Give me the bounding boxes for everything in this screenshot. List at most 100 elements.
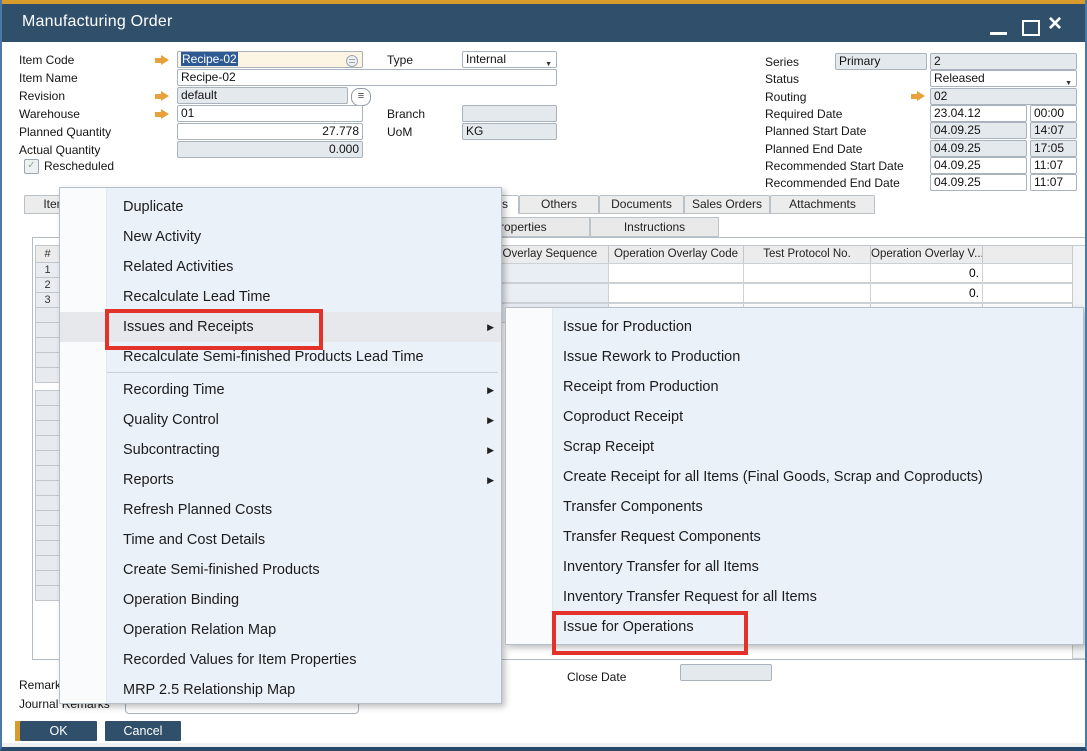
required-time-field[interactable]: 00:00: [1030, 105, 1077, 122]
ok-button[interactable]: OK: [20, 721, 97, 741]
col-test-protocol-no[interactable]: Test Protocol No.: [743, 245, 871, 264]
planned-quantity-field[interactable]: 27.778: [177, 123, 363, 140]
empty-row-stub: [35, 367, 60, 383]
menu-item-new-activity[interactable]: New Activity: [60, 222, 501, 252]
close-date-field[interactable]: [680, 664, 772, 681]
submenu-arrow-icon: ▶: [487, 375, 494, 405]
maximize-icon[interactable]: [1022, 20, 1040, 36]
cancel-button[interactable]: Cancel: [105, 721, 181, 741]
titlebar[interactable]: Manufacturing Order ×: [2, 4, 1085, 42]
submenu-item-issue-for-production[interactable]: Issue for Production: [506, 312, 1083, 342]
menu-item-related-activities[interactable]: Related Activities: [60, 252, 501, 282]
recommended-end-time-field[interactable]: 11:07: [1030, 174, 1077, 191]
submenu-arrow-icon: ▶: [487, 405, 494, 435]
required-date-field[interactable]: 23.04.12: [930, 105, 1027, 122]
tab-documents[interactable]: Documents: [599, 195, 684, 214]
close-icon[interactable]: ×: [1048, 10, 1062, 38]
grid-row1-test-cell[interactable]: [743, 263, 871, 283]
submenu-arrow-icon: ▶: [487, 465, 494, 495]
menu-item-quality-control[interactable]: Quality Control ▶: [60, 405, 501, 435]
empty-row-stub: [35, 390, 60, 406]
item-name-label: Item Name: [19, 71, 78, 85]
empty-row-stub: [35, 495, 60, 511]
grid-row2-overlay-cell[interactable]: 0.: [870, 283, 983, 303]
uom-field[interactable]: KG: [462, 123, 557, 140]
series-field[interactable]: Primary: [835, 53, 927, 70]
revision-field[interactable]: default: [177, 87, 348, 104]
tab-sales-orders[interactable]: Sales Orders: [684, 195, 770, 214]
menu-item-recalculate-lead-time[interactable]: Recalculate Lead Time: [60, 282, 501, 312]
warehouse-field[interactable]: 01: [177, 105, 363, 122]
menu-item-operation-relation-map[interactable]: Operation Relation Map: [60, 615, 501, 645]
empty-row-stub: [35, 480, 60, 496]
series-number-field[interactable]: 2: [930, 53, 1077, 70]
submenu-item-inventory-transfer-for-all-items[interactable]: Inventory Transfer for all Items: [506, 552, 1083, 582]
type-dropdown-arrow-icon[interactable]: ▼: [545, 57, 552, 68]
planned-end-time-field[interactable]: 17:05: [1030, 140, 1077, 157]
menu-item-create-semi-finished-products[interactable]: Create Semi-finished Products: [60, 555, 501, 585]
submenu-item-receipt-from-production[interactable]: Receipt from Production: [506, 372, 1083, 402]
minimize-icon[interactable]: [990, 32, 1007, 35]
red-highlight-issue-for-operations: [552, 611, 748, 655]
row-number-1[interactable]: 1: [35, 262, 60, 278]
type-dropdown[interactable]: Internal ▼: [462, 51, 557, 68]
required-date-label: Required Date: [765, 107, 842, 121]
menu-item-recorded-values-for-item-properties[interactable]: Recorded Values for Item Properties: [60, 645, 501, 675]
rescheduled-label: Rescheduled: [44, 159, 114, 173]
grid-row1-overlay-cell[interactable]: 0.: [870, 263, 983, 283]
issues-and-receipts-submenu: Issue for Production Issue Rework to Pro…: [505, 307, 1084, 645]
revision-link-arrow-icon[interactable]: [154, 91, 170, 102]
revision-choose-list-button[interactable]: ≡: [351, 88, 371, 106]
menu-item-mrp-25-relationship-map[interactable]: MRP 2.5 Relationship Map: [60, 675, 501, 705]
row-number-2[interactable]: 2: [35, 277, 60, 293]
menu-item-subcontracting[interactable]: Subcontracting ▶: [60, 435, 501, 465]
routing-link-arrow-icon[interactable]: [910, 91, 926, 102]
planned-start-date-field[interactable]: 04.09.25: [930, 122, 1027, 139]
status-dropdown-arrow-icon[interactable]: ▼: [1065, 76, 1072, 87]
item-code-lookup-icon[interactable]: [346, 55, 358, 67]
tab-others[interactable]: Others: [519, 195, 599, 214]
submenu-item-transfer-request-components[interactable]: Transfer Request Components: [506, 522, 1083, 552]
col-operation-overlay-value[interactable]: Operation Overlay V...: [870, 245, 983, 264]
submenu-item-create-receipt-for-all-items[interactable]: Create Receipt for all Items (Final Good…: [506, 462, 1083, 492]
grid-row2-test-cell[interactable]: [743, 283, 871, 303]
warehouse-link-arrow-icon[interactable]: [154, 109, 170, 120]
item-code-link-arrow-icon[interactable]: [154, 55, 170, 66]
status-dropdown[interactable]: Released ▼: [930, 70, 1077, 87]
actual-quantity-field[interactable]: 0.000: [177, 141, 363, 158]
grid-row2-code-cell[interactable]: [608, 283, 744, 303]
subtab-instructions[interactable]: Instructions: [590, 217, 719, 237]
menu-item-operation-binding[interactable]: Operation Binding: [60, 585, 501, 615]
planned-start-time-field[interactable]: 14:07: [1030, 122, 1077, 139]
menu-item-reports[interactable]: Reports ▶: [60, 465, 501, 495]
item-code-value: Recipe-02: [181, 52, 238, 66]
menu-item-refresh-planned-costs[interactable]: Refresh Planned Costs: [60, 495, 501, 525]
row-number-3[interactable]: 3: [35, 292, 60, 308]
submenu-item-coproduct-receipt[interactable]: Coproduct Receipt: [506, 402, 1083, 432]
menu-item-duplicate[interactable]: Duplicate: [60, 192, 501, 222]
submenu-item-issue-rework-to-production[interactable]: Issue Rework to Production: [506, 342, 1083, 372]
menu-item-recording-time[interactable]: Recording Time ▶: [60, 375, 501, 405]
submenu-arrow-icon: ▶: [487, 312, 494, 342]
planned-end-date-field[interactable]: 04.09.25: [930, 140, 1027, 157]
col-operation-overlay-code[interactable]: Operation Overlay Code: [608, 245, 744, 264]
recommended-start-date-field[interactable]: 04.09.25: [930, 157, 1027, 174]
planned-quantity-label: Planned Quantity: [19, 125, 111, 139]
empty-row-stub: [35, 322, 60, 338]
recommended-start-time-field[interactable]: 11:07: [1030, 157, 1077, 174]
planned-start-date-label: Planned Start Date: [765, 124, 866, 138]
item-name-field[interactable]: Recipe-02: [177, 69, 557, 86]
item-code-field[interactable]: Recipe-02: [177, 51, 363, 68]
grid-row1-code-cell[interactable]: [608, 263, 744, 283]
recommended-end-date-field[interactable]: 04.09.25: [930, 174, 1027, 191]
checkbox-check-icon: ✓: [27, 160, 35, 171]
routing-field[interactable]: 02: [930, 88, 1077, 105]
submenu-item-scrap-receipt[interactable]: Scrap Receipt: [506, 432, 1083, 462]
submenu-item-transfer-components[interactable]: Transfer Components: [506, 492, 1083, 522]
rescheduled-checkbox[interactable]: ✓: [24, 159, 39, 174]
branch-field[interactable]: [462, 105, 557, 122]
menu-item-time-and-cost-details[interactable]: Time and Cost Details: [60, 525, 501, 555]
manufacturing-order-window: Manufacturing Order × Item Code Recipe-0…: [0, 0, 1087, 751]
submenu-item-inventory-transfer-request-for-all-items[interactable]: Inventory Transfer Request for all Items: [506, 582, 1083, 612]
tab-attachments[interactable]: Attachments: [770, 195, 875, 214]
